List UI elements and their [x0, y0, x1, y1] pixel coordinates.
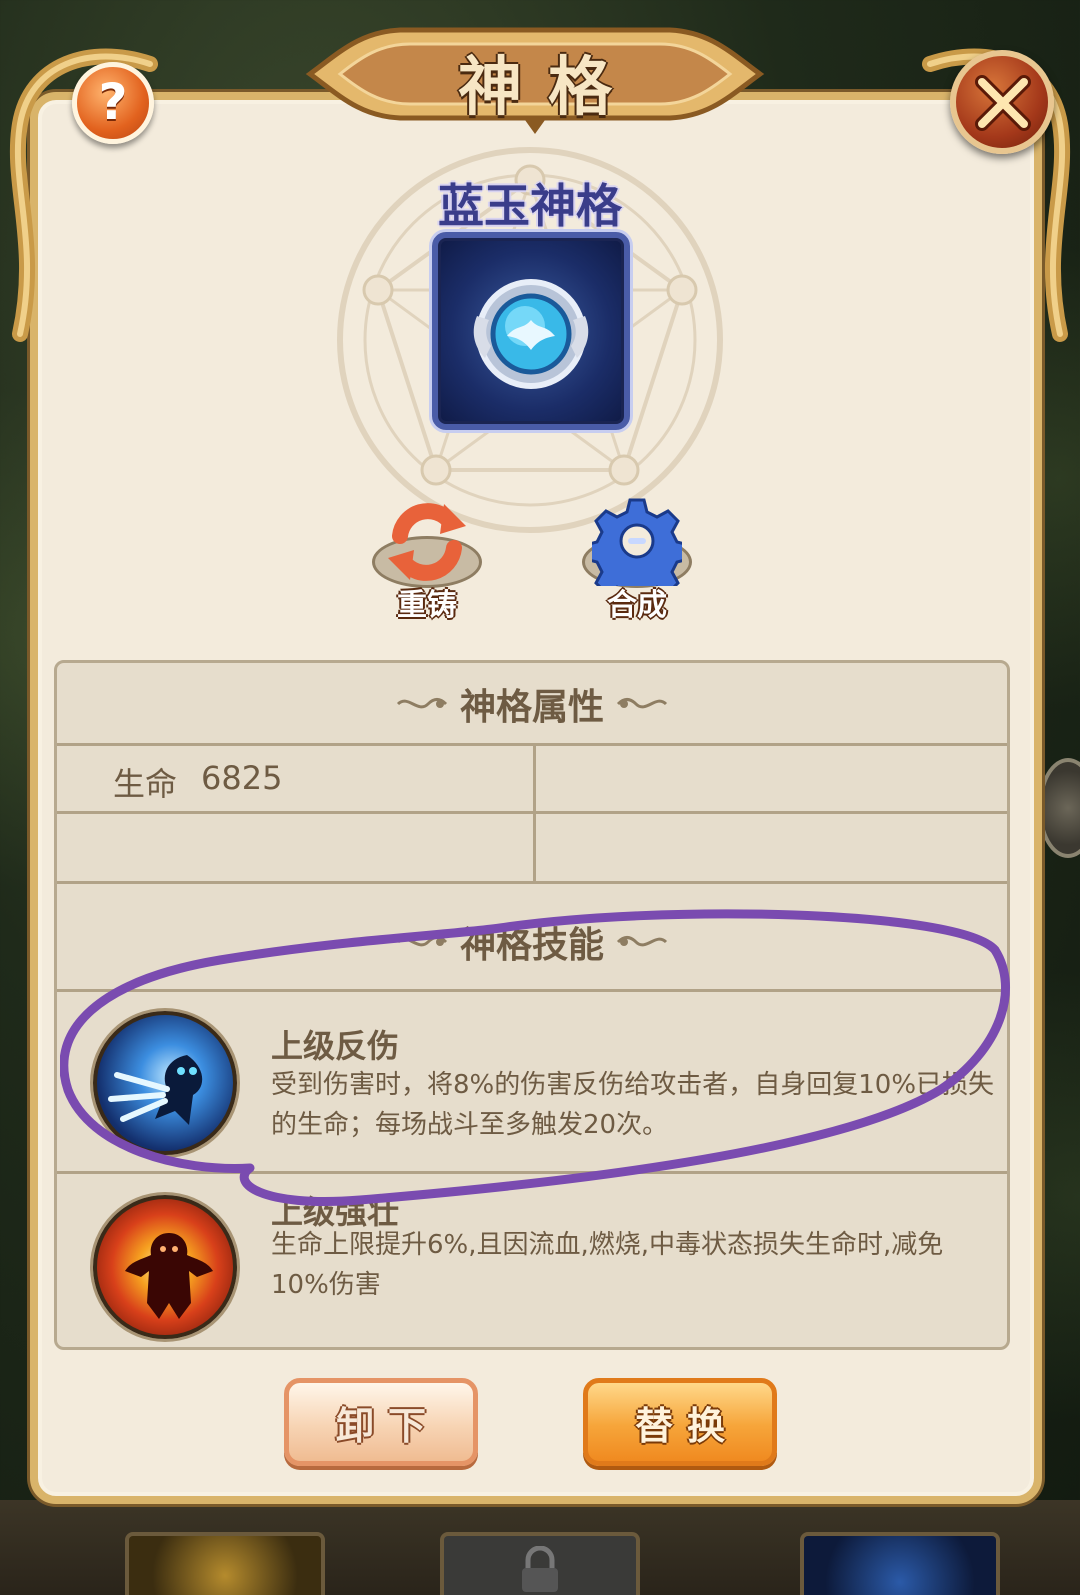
- dialog-title: 神格: [458, 50, 638, 125]
- item-name: 蓝玉神格: [438, 179, 622, 233]
- attributes-header-text: 神格属性: [459, 687, 604, 728]
- bottom-slot-blue[interactable]: [800, 1532, 1000, 1595]
- flourish-right-icon: [616, 698, 668, 709]
- skill-item[interactable]: 上级强壮 生命上限提升6%,且因流血,燃烧,中毒状态损失生命时,减免10%伤害: [57, 1181, 1007, 1361]
- unequip-button[interactable]: 卸下: [284, 1378, 478, 1466]
- question-mark-icon: ?: [98, 73, 128, 131]
- divider: [533, 743, 536, 883]
- divider: [57, 989, 1007, 992]
- divider: [57, 811, 1007, 814]
- skill-item[interactable]: 上级反伤 受到伤害时，将8%的伤害反伤给攻击者，自身回复10%已损失的生命；每场…: [57, 999, 1007, 1179]
- divider: [57, 743, 1007, 746]
- skill-description: 受到伤害时，将8%的伤害反伤给攻击者，自身回复10%已损失的生命；每场战斗至多触…: [271, 1070, 995, 1140]
- combine-button[interactable]: 合成: [582, 496, 692, 623]
- gear-icon: [583, 498, 691, 606]
- deity-info-box: 神格属性 生命 6825 神格技能 上级反伤 受到伤害时，将8%的伤害反伤给攻击…: [54, 660, 1010, 1350]
- flourish-right-icon: [616, 936, 668, 947]
- bottom-slot-locked[interactable]: [440, 1532, 640, 1595]
- close-button[interactable]: [950, 50, 1054, 154]
- divider: [57, 881, 1007, 884]
- reforge-label: 重铸: [397, 588, 457, 623]
- replace-button[interactable]: 替换: [583, 1378, 777, 1466]
- blue-jade-emblem-icon: [473, 279, 589, 389]
- attribute-value: 6825: [201, 759, 283, 797]
- flourish-left-icon: [396, 698, 448, 709]
- attribute-row: 生命 6825: [113, 759, 282, 805]
- skill-description: 生命上限提升6%,且因流血,燃烧,中毒状态损失生命时,减免10%伤害: [271, 1230, 944, 1300]
- title-plaque: 神格: [300, 12, 770, 136]
- skill-name: 上级反伤: [271, 1027, 400, 1065]
- attributes-header: 神格属性: [57, 663, 1007, 745]
- combine-label: 合成: [607, 588, 667, 623]
- help-button[interactable]: ?: [72, 62, 154, 144]
- divider: [57, 1171, 1007, 1174]
- skills-header: 神格技能: [57, 901, 1007, 983]
- attribute-name: 生命: [113, 765, 178, 803]
- flourish-left-icon: [396, 936, 448, 947]
- bottom-slot-gold[interactable]: [125, 1532, 325, 1595]
- skills-header-text: 神格技能: [459, 925, 604, 966]
- item-slot[interactable]: [432, 232, 630, 430]
- reforge-button[interactable]: 重铸: [372, 496, 482, 623]
- strength-skill-icon: [93, 1195, 237, 1339]
- close-x-icon: [975, 75, 1031, 131]
- reflect-damage-skill-icon: [93, 1011, 237, 1155]
- refresh-arrows-icon: [388, 503, 466, 581]
- lock-icon: [522, 1546, 558, 1592]
